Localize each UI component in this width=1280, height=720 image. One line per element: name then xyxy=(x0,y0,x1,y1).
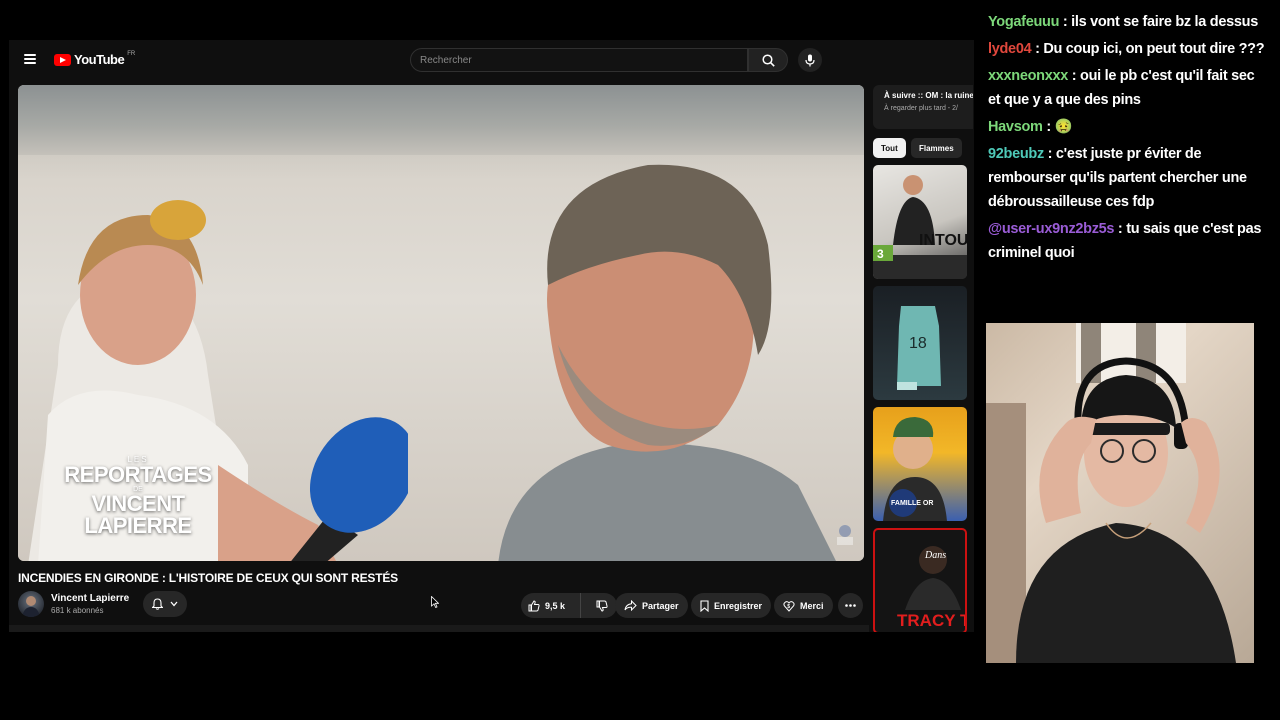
thumbnail-image: 3 INTOU xyxy=(873,175,967,279)
chat-username[interactable]: xxxneonxxx xyxy=(988,68,1068,84)
chat-username[interactable]: Havsom xyxy=(988,119,1043,135)
streamer-webcam xyxy=(986,323,1254,663)
share-icon xyxy=(624,600,637,611)
thumbnail-script: Dans xyxy=(924,550,946,561)
microphone-prop xyxy=(291,417,408,561)
chat-message: lyde04 : Du coup ici, on peut tout dire … xyxy=(988,37,1268,61)
recommended-thumbnail[interactable]: 18 xyxy=(873,286,967,400)
thumbnail-text: 18 xyxy=(909,335,927,352)
thumbnail-badge: 3 xyxy=(877,247,884,261)
dislike-button[interactable] xyxy=(586,593,617,618)
logo-country: FR xyxy=(127,50,136,57)
search-icon xyxy=(761,53,775,67)
heart-dollar-icon: $ xyxy=(783,600,795,612)
channel-watermark-icon[interactable] xyxy=(834,523,856,547)
save-label: Enregistrer xyxy=(714,600,763,611)
webcam-image xyxy=(986,323,1236,663)
like-count: 9,5 k xyxy=(545,600,566,611)
bell-icon xyxy=(152,598,164,610)
recommended-thumbnail[interactable]: 3 INTOU xyxy=(873,165,967,279)
chat-message: Yogafeuuu : ils vont se faire bz la dess… xyxy=(988,10,1268,34)
thumbs-up-icon xyxy=(528,599,540,611)
chevron-down-icon xyxy=(170,601,178,607)
playlist-next-up[interactable]: À suivre :: OM : la ruine À regarder plu… xyxy=(873,85,973,129)
recommended-thumbnail[interactable]: FAMILLE OR xyxy=(873,407,967,521)
recommended-thumbnail[interactable]: Dans TRACY T xyxy=(873,528,967,632)
chat-text: : ils vont se faire bz la dessus xyxy=(1059,14,1258,30)
hamburger-menu-icon[interactable] xyxy=(24,54,36,64)
chat-text: : xyxy=(1042,119,1055,135)
search-input[interactable] xyxy=(420,54,747,66)
voice-search-button[interactable] xyxy=(798,48,822,72)
search-button[interactable] xyxy=(748,48,788,72)
chat-text: : Du coup ici, on peut tout dire ??? xyxy=(1031,41,1265,57)
chat-username[interactable]: @user-ux9nz2bz5s xyxy=(988,221,1115,237)
chat-message: 92beubz : c'est juste pr éviter de rembo… xyxy=(988,142,1268,214)
overlay-line1: REPORTAGES xyxy=(64,462,212,487)
chip-flames[interactable]: Flammes xyxy=(911,138,962,158)
chat-emoji: 🤢 xyxy=(1054,119,1073,135)
next-up-sub: À regarder plus tard - 2/ xyxy=(884,105,958,112)
chat-username[interactable]: 92beubz xyxy=(988,146,1044,162)
video-logo-overlay: LES REPORTAGES DE VINCENT LAPIERRE xyxy=(58,455,218,537)
thumbs-down-icon xyxy=(596,600,608,612)
youtube-play-icon xyxy=(54,53,71,66)
chat-username[interactable]: Yogafeuuu xyxy=(988,14,1059,30)
thumbnail-image: 18 xyxy=(897,306,941,390)
like-dislike-group: 9,5 k xyxy=(521,593,617,618)
youtube-logo[interactable]: YouTube FR xyxy=(54,50,136,67)
thumbnail-text: FAMILLE OR xyxy=(891,500,933,507)
more-actions-button[interactable] xyxy=(838,593,863,618)
top-bar: YouTube FR xyxy=(9,40,974,80)
channel-subscribers: 681 k abonnés xyxy=(51,606,104,615)
video-title: INCENDIES EN GIRONDE : L'HISTOIRE DE CEU… xyxy=(18,571,398,585)
search-box xyxy=(410,48,748,72)
video-person-man xyxy=(498,164,836,561)
chat-message: @user-ux9nz2bz5s : tu sais que c'est pas… xyxy=(988,217,1268,265)
next-up-title: À suivre :: OM : la ruine xyxy=(884,91,973,100)
chip-all[interactable]: Tout xyxy=(873,138,906,158)
thumbnail-text: TRACY T xyxy=(897,611,965,630)
avatar-image xyxy=(22,596,40,617)
chat-message: xxxneonxxx : oui le pb c'est qu'il fait … xyxy=(988,64,1268,112)
thumbnail-image: FAMILLE OR xyxy=(883,417,947,521)
mouse-cursor-icon xyxy=(431,596,439,608)
logo-text: YouTube xyxy=(74,52,125,67)
youtube-window: YouTube FR Rechercher LES REPORTAGES DE … xyxy=(9,40,974,632)
thanks-button[interactable]: $ Merci xyxy=(774,593,833,618)
bottom-strip xyxy=(9,625,869,632)
like-button[interactable]: 9,5 k xyxy=(521,593,581,618)
channel-name[interactable]: Vincent Lapierre xyxy=(51,593,129,604)
overlay-line2: VINCENT LAPIERRE xyxy=(84,491,192,538)
svg-text:$: $ xyxy=(787,604,790,610)
save-button[interactable]: Enregistrer xyxy=(691,593,772,618)
live-chat: Yogafeuuu : ils vont se faire bz la dess… xyxy=(988,10,1268,268)
video-player[interactable]: LES REPORTAGES DE VINCENT LAPIERRE xyxy=(18,85,864,561)
channel-avatar[interactable] xyxy=(18,591,44,617)
thanks-label: Merci xyxy=(800,600,824,611)
thumbnail-image: Dans TRACY T xyxy=(897,546,965,630)
microphone-icon xyxy=(805,54,815,66)
bookmark-icon xyxy=(700,599,709,612)
more-horizontal-icon xyxy=(845,604,856,607)
thumbnail-text: INTOU xyxy=(919,232,967,249)
chat-username[interactable]: lyde04 xyxy=(988,41,1032,57)
share-button[interactable]: Partager xyxy=(615,593,688,618)
chat-message: Havsom : 🤢 xyxy=(988,115,1268,139)
share-label: Partager xyxy=(642,600,679,611)
notification-bell-button[interactable] xyxy=(143,591,187,617)
